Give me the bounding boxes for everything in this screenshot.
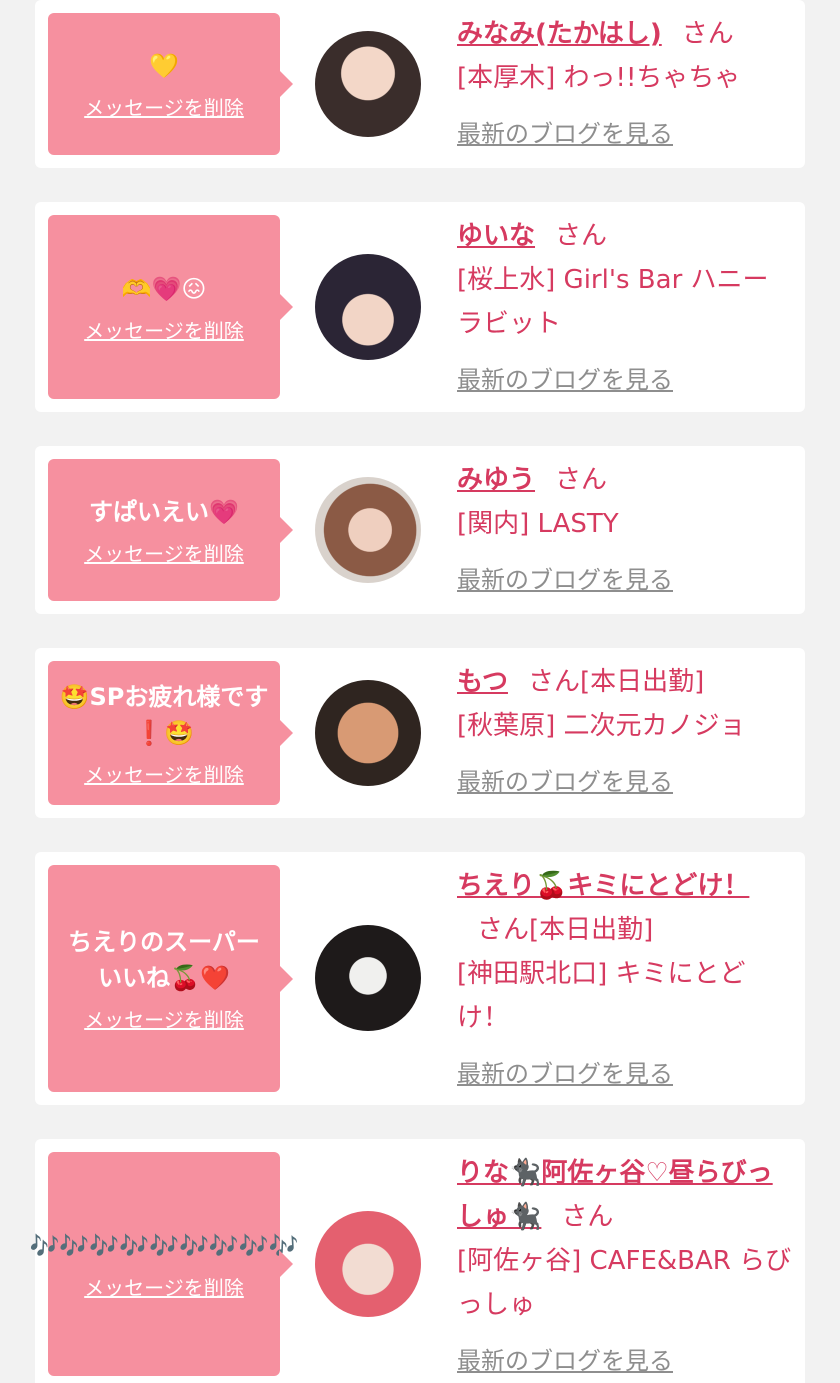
avatar[interactable]	[315, 254, 421, 360]
avatar[interactable]	[315, 1211, 421, 1317]
avatar[interactable]	[315, 925, 421, 1031]
message-text: すぱいえい💗	[89, 497, 239, 526]
message-bubble: 💛 メッセージを削除	[48, 13, 293, 155]
latest-blog-link[interactable]: 最新のブログを見る	[457, 1052, 792, 1096]
shop-info: [阿佐ヶ谷] CAFE&BAR らびっしゅ	[457, 1246, 792, 1320]
message-text: 🤩SPお疲れ様です❗️🤩	[59, 682, 269, 747]
shop-info: [関内] LASTY	[457, 509, 619, 539]
delete-message-link[interactable]: メッセージを削除	[84, 538, 244, 567]
honorific: さん	[477, 915, 530, 945]
shop-info: [秋葉原] 二次元カノジョ	[457, 711, 746, 741]
message-bubble: ちえりのスーパーいいね🍒❤️ メッセージを削除	[48, 865, 293, 1092]
message-card: 🫶💗😖 メッセージを削除 ゆいな さん [桜上水] Girl's Bar ハニーラ…	[35, 202, 805, 412]
work-status: [本日出勤]	[579, 667, 705, 697]
delete-message-link[interactable]: メッセージを削除	[84, 1272, 244, 1301]
avatar[interactable]	[315, 31, 421, 137]
honorific: さん	[555, 465, 608, 495]
message-card: 💛 メッセージを削除 みなみ(たかはし) さん [本厚木] わっ!!ちゃちゃ 最新…	[35, 0, 805, 168]
avatar[interactable]	[315, 680, 421, 786]
message-card: ちえりのスーパーいいね🍒❤️ メッセージを削除 ちえり🍒キミにとどけ！ さん[本日…	[35, 852, 805, 1105]
shop-info: [神田駅北口] キミにとどけ！	[457, 959, 746, 1033]
cast-name-link[interactable]: みゆう	[457, 465, 535, 495]
cast-name-link[interactable]: りな🐈‍⬛阿佐ヶ谷♡昼らびっしゅ🐈‍⬛	[457, 1158, 773, 1232]
message-card: 🎶🎶🎶🎶🎶🎶🎶🎶🎶 メッセージを削除 りな🐈‍⬛阿佐ヶ谷♡昼らびっしゅ🐈‍⬛ さん…	[30, 1139, 805, 1383]
delete-message-link[interactable]: メッセージを削除	[84, 92, 244, 121]
avatar[interactable]	[315, 477, 421, 583]
message-card: すぱいえい💗 メッセージを削除 みゆう さん [関内] LASTY 最新のブログを…	[35, 446, 805, 614]
delete-message-link[interactable]: メッセージを削除	[84, 315, 244, 344]
latest-blog-link[interactable]: 最新のブログを見る	[457, 558, 792, 602]
cast-name-link[interactable]: ゆいな	[457, 221, 535, 251]
honorific: さん	[681, 19, 734, 49]
latest-blog-link[interactable]: 最新のブログを見る	[457, 112, 792, 156]
message-text: 🎶🎶🎶🎶🎶🎶🎶🎶🎶	[29, 1231, 299, 1260]
message-bubble: すぱいえい💗 メッセージを削除	[48, 459, 293, 601]
message-card: 🤩SPお疲れ様です❗️🤩 メッセージを削除 もつ さん[本日出勤] [秋葉原] 二…	[35, 648, 805, 818]
cast-info: みゆう さん [関内] LASTY 最新のブログを見る	[457, 458, 792, 602]
latest-blog-link[interactable]: 最新のブログを見る	[457, 760, 792, 804]
message-bubble: 🎶🎶🎶🎶🎶🎶🎶🎶🎶 メッセージを削除	[30, 1152, 298, 1376]
cast-info: みなみ(たかはし) さん [本厚木] わっ!!ちゃちゃ 最新のブログを見る	[457, 12, 792, 156]
message-bubble: 🫶💗😖 メッセージを削除	[48, 215, 293, 399]
latest-blog-link[interactable]: 最新のブログを見る	[457, 1339, 792, 1383]
latest-blog-link[interactable]: 最新のブログを見る	[457, 358, 792, 402]
message-text: 💛	[149, 51, 179, 80]
honorific: さん	[527, 667, 580, 697]
cast-info: もつ さん[本日出勤] [秋葉原] 二次元カノジョ 最新のブログを見る	[457, 660, 792, 804]
honorific: さん	[561, 1202, 614, 1232]
message-text: 🫶💗😖	[121, 274, 207, 303]
cast-info: ゆいな さん [桜上水] Girl's Bar ハニーラビット 最新のブログを見る	[457, 214, 792, 402]
delete-message-link[interactable]: メッセージを削除	[84, 1004, 244, 1033]
message-text: ちえりのスーパーいいね🍒❤️	[68, 928, 260, 992]
message-bubble: 🤩SPお疲れ様です❗️🤩 メッセージを削除	[48, 661, 293, 805]
honorific: さん	[555, 221, 608, 251]
delete-message-link[interactable]: メッセージを削除	[84, 759, 244, 788]
cast-name-link[interactable]: みなみ(たかはし)	[457, 19, 662, 49]
cast-info: ちえり🍒キミにとどけ！ さん[本日出勤] [神田駅北口] キミにとどけ！ 最新のブ…	[457, 864, 792, 1096]
shop-info: [本厚木] わっ!!ちゃちゃ	[457, 63, 741, 93]
shop-info: [桜上水] Girl's Bar ハニーラビット	[457, 265, 769, 339]
cast-name-link[interactable]: ちえり🍒キミにとどけ！	[457, 871, 749, 901]
work-status: [本日出勤]	[529, 915, 654, 945]
cast-info: りな🐈‍⬛阿佐ヶ谷♡昼らびっしゅ🐈‍⬛ さん [阿佐ヶ谷] CAFE&BAR らび…	[457, 1151, 792, 1383]
cast-name-link[interactable]: もつ	[457, 667, 508, 697]
